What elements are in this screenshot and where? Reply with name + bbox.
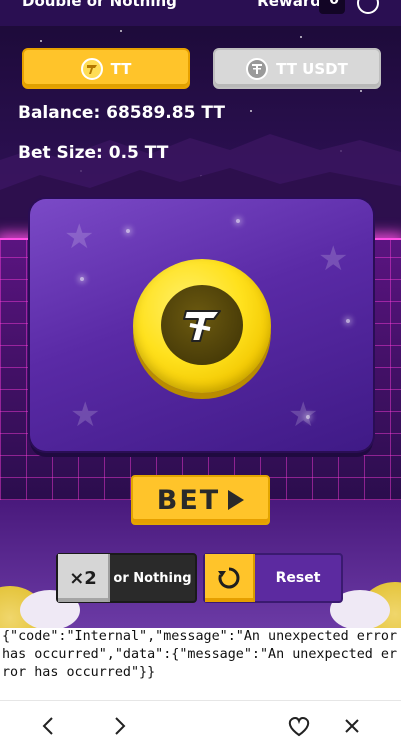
double-button-label: or Nothing — [113, 570, 192, 586]
reward-label: Reward — [257, 0, 321, 10]
tether-icon — [246, 57, 269, 80]
tab-tt-usdt-label: TT USDT — [276, 59, 348, 78]
bet-size-text: Bet Size: 0.5 TT — [18, 143, 169, 163]
tt-token-icon — [80, 57, 103, 80]
top-header: Double or Nothing Reward 0 — [0, 0, 401, 26]
star-icon: ★ — [70, 395, 101, 435]
multiplier-badge: ×2 — [58, 554, 110, 602]
tab-tt-label: TT — [110, 59, 132, 78]
error-message: {"code":"Internal","message":"An unexpec… — [0, 628, 401, 700]
play-icon — [228, 490, 245, 510]
browser-nav-bar — [0, 700, 401, 750]
bet-button[interactable]: BET — [131, 475, 270, 525]
tab-tt[interactable]: TT — [22, 48, 190, 89]
heart-icon[interactable] — [287, 714, 311, 738]
star-icon: ★ — [288, 395, 319, 435]
double-or-nothing-button[interactable]: ×2 or Nothing — [56, 553, 197, 603]
tab-tt-usdt[interactable]: TT USDT — [213, 48, 381, 89]
tt-logo-icon — [161, 285, 243, 365]
reset-button-label: Reset — [275, 570, 321, 586]
back-icon[interactable] — [36, 714, 60, 738]
reset-button[interactable]: Reset — [203, 553, 343, 603]
chevron-down-icon[interactable] — [357, 0, 379, 14]
game-title: Double or Nothing — [22, 0, 177, 10]
bet-button-label: BET — [156, 484, 221, 516]
star-icon: ★ — [318, 239, 349, 279]
close-icon[interactable] — [340, 714, 364, 738]
coin[interactable] — [133, 259, 271, 393]
balance-text: Balance: 68589.85 TT — [18, 103, 225, 123]
reset-icon — [205, 554, 255, 602]
star-icon: ★ — [64, 217, 95, 257]
reward-count: 0 — [329, 0, 339, 8]
forward-icon[interactable] — [108, 714, 132, 738]
coin-card: ★ ★ ★ ★ — [30, 199, 373, 451]
